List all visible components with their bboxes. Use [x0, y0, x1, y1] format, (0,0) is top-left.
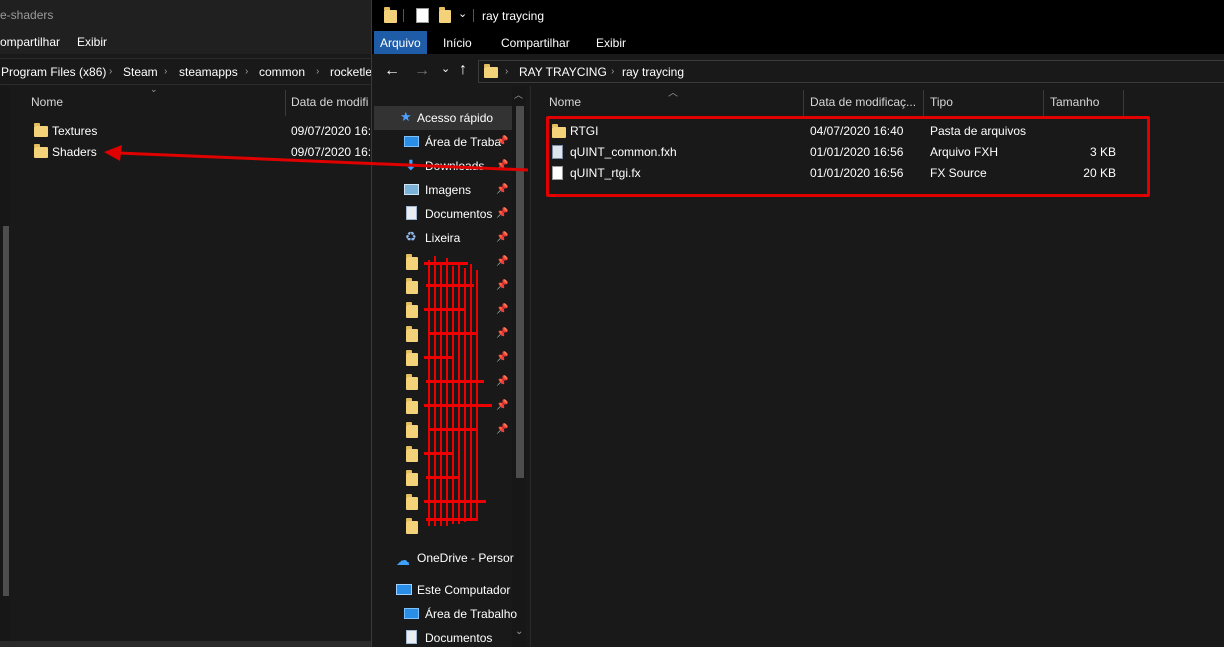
annotation-arrow [104, 145, 529, 172]
